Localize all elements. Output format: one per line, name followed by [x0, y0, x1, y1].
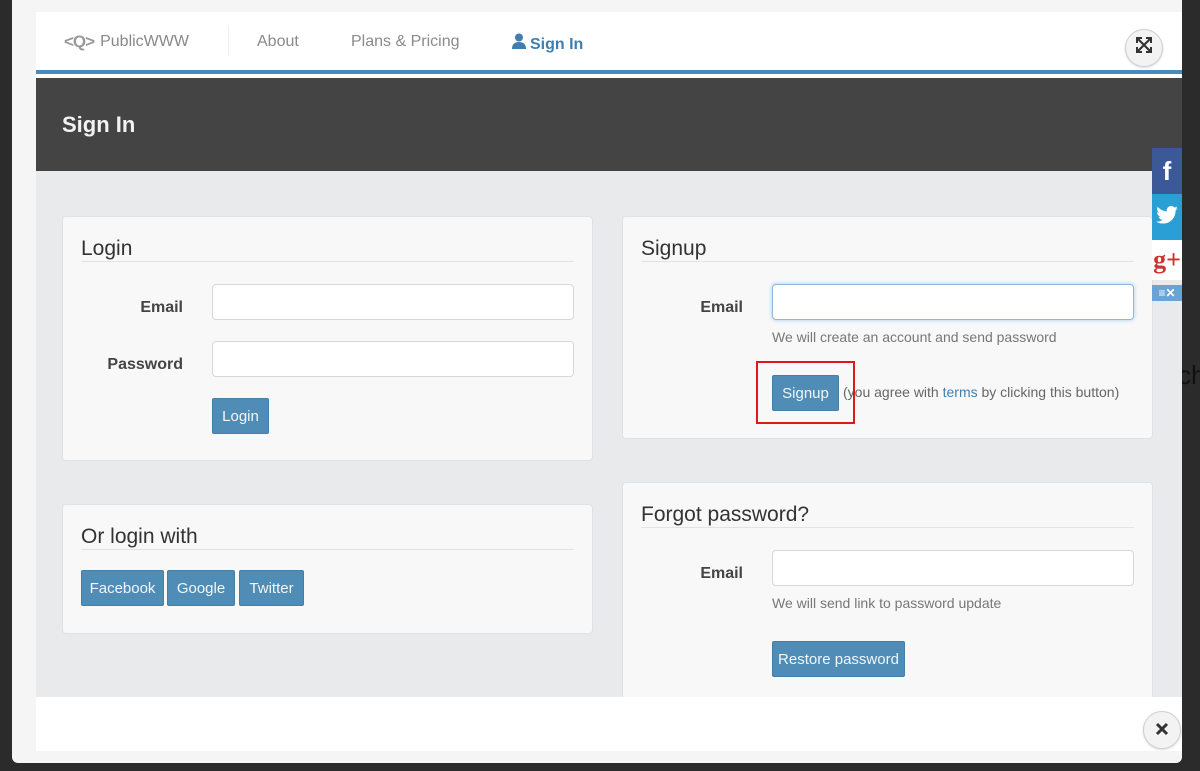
modal-content-frame: <Q> PublicWWW About Plans & Pricing Sign…: [36, 12, 1182, 751]
modal-window: <Q> PublicWWW About Plans & Pricing Sign…: [12, 0, 1182, 763]
logo-icon: <Q>: [64, 32, 95, 51]
signup-button-highlight: [756, 361, 855, 424]
facebook-icon: f: [1162, 155, 1172, 186]
login-button[interactable]: Login: [212, 398, 269, 434]
nav-link-about[interactable]: About: [257, 33, 299, 51]
expand-icon: [1135, 36, 1153, 60]
login-email-label: Email: [140, 299, 183, 316]
content-area: Login Email Password Login Signup Email …: [36, 171, 1182, 712]
login-title: Login: [81, 237, 133, 260]
facebook-login-button[interactable]: Facebook: [81, 570, 164, 606]
signup-title-rule: [641, 261, 1134, 262]
signup-email-input[interactable]: [772, 284, 1134, 320]
forgot-title-rule: [641, 527, 1134, 528]
logo-text: PublicWWW: [100, 33, 189, 50]
close-icon: [1155, 719, 1169, 742]
twitter-share-button[interactable]: [1152, 194, 1182, 240]
menu-close-icon: ≡✕: [1158, 286, 1176, 300]
logo[interactable]: <Q> PublicWWW: [64, 32, 189, 52]
google-login-button[interactable]: Google: [167, 570, 235, 606]
terms-suffix: by clicking this button): [977, 384, 1120, 400]
close-button[interactable]: [1143, 711, 1181, 749]
share-more-button[interactable]: ≡✕: [1152, 285, 1182, 301]
user-icon: [512, 33, 526, 54]
nav-divider: [228, 26, 229, 56]
twitter-icon: [1156, 205, 1178, 229]
social-login-panel: Or login with Facebook Google Twitter: [62, 504, 593, 634]
forgot-help-text: We will send link to password update: [772, 595, 1002, 611]
facebook-share-button[interactable]: f: [1152, 148, 1182, 194]
google-plus-share-button[interactable]: g+: [1152, 240, 1182, 280]
forgot-email-input[interactable]: [772, 550, 1134, 586]
restore-password-button[interactable]: Restore password: [772, 641, 905, 677]
modal-footer: [36, 697, 1182, 751]
social-login-title-rule: [81, 549, 574, 550]
login-email-input[interactable]: [212, 284, 574, 320]
forgot-email-label: Email: [700, 565, 743, 582]
page-header: Sign In: [36, 78, 1182, 171]
forgot-password-title: Forgot password?: [641, 503, 810, 526]
login-password-label: Password: [107, 356, 183, 373]
signup-email-label: Email: [700, 299, 743, 316]
nav-link-plans-pricing[interactable]: Plans & Pricing: [351, 33, 460, 51]
share-sidebar: f g+ ≡✕: [1152, 148, 1182, 301]
nav-link-sign-in[interactable]: Sign In: [512, 33, 583, 54]
signup-help-text: We will create an account and send passw…: [772, 329, 1057, 345]
signup-terms-text: (you agree with terms by clicking this b…: [843, 384, 1119, 400]
nav-link-sign-in-label: Sign In: [530, 36, 584, 53]
social-login-title: Or login with: [81, 525, 198, 548]
terms-prefix: (you agree with: [843, 384, 943, 400]
page-title: Sign In: [62, 112, 136, 137]
top-navbar: <Q> PublicWWW About Plans & Pricing Sign…: [36, 12, 1182, 74]
google-plus-icon: g+: [1153, 245, 1181, 274]
twitter-login-button[interactable]: Twitter: [239, 570, 304, 606]
fullscreen-button[interactable]: [1125, 29, 1163, 67]
signup-panel: Signup Email We will create an account a…: [622, 216, 1153, 439]
login-panel: Login Email Password Login: [62, 216, 593, 461]
forgot-password-panel: Forgot password? Email We will send link…: [622, 482, 1153, 712]
terms-link[interactable]: terms: [943, 384, 978, 400]
signup-title: Signup: [641, 237, 707, 260]
login-title-rule: [81, 261, 574, 262]
login-password-input[interactable]: [212, 341, 574, 377]
